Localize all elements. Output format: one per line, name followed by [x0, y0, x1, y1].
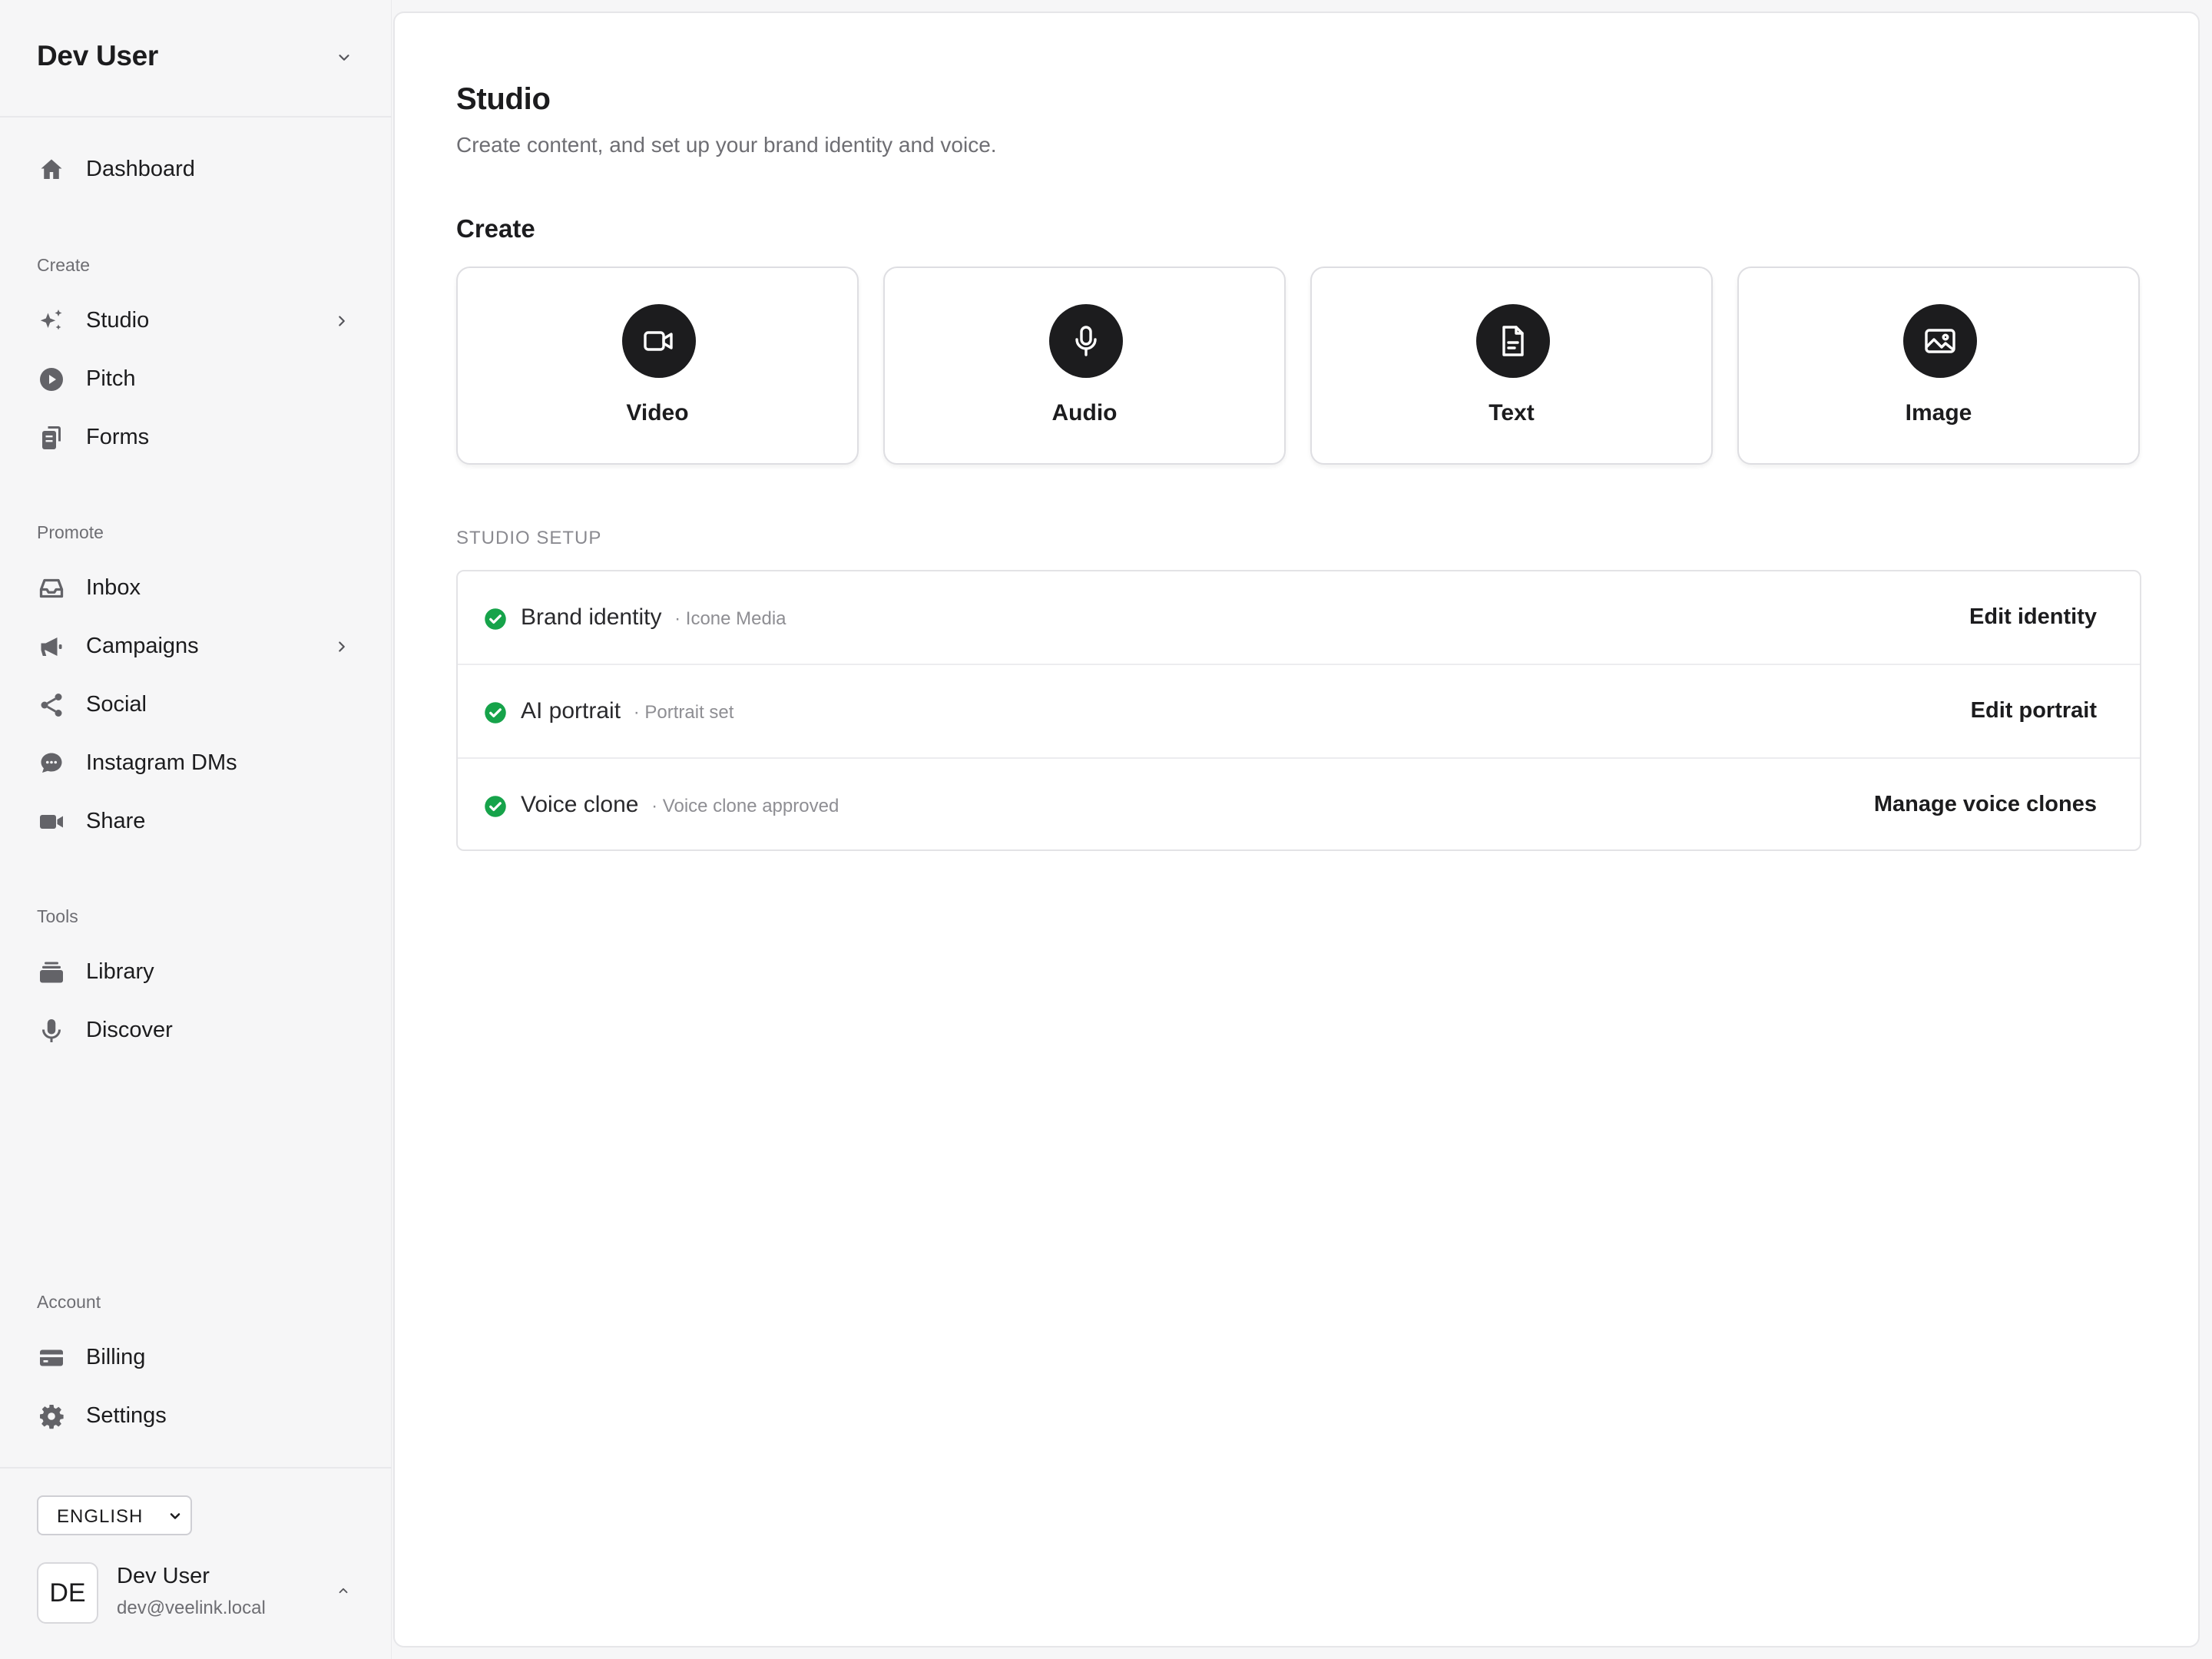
sidebar-item-billing[interactable]: Billing [31, 1334, 361, 1382]
chevron-right-icon [339, 316, 345, 326]
setup-row-title-text: Voice clone [521, 792, 639, 817]
chat-bubble-icon [41, 753, 62, 773]
workspace-switcher[interactable]: Dev User [0, 0, 392, 118]
setup-row-ai-portrait: AI portrait · Portrait set Edit portrait [458, 665, 2140, 759]
user-name: Dev User [117, 1564, 210, 1588]
share-nodes-icon [41, 694, 62, 717]
card-icon-circle [1476, 304, 1550, 378]
image-icon [1925, 329, 1955, 353]
edit-portrait-button[interactable]: Edit portrait [1971, 698, 2097, 724]
user-email: dev@veelink.local [117, 1598, 266, 1618]
section-label-promote: Promote [37, 522, 104, 542]
check-circle-icon [485, 796, 506, 817]
chevron-down-icon [339, 55, 349, 61]
chevron-up-icon [339, 1588, 348, 1594]
credit-card-icon [40, 1349, 63, 1366]
create-card-text[interactable]: Text [1310, 267, 1713, 465]
gear-icon [40, 1405, 64, 1429]
sidebar-item-inbox[interactable]: Inbox [31, 565, 361, 612]
sidebar-item-label: Pitch [86, 366, 136, 391]
language-select[interactable]: ENGLISH [37, 1495, 192, 1535]
create-card-video[interactable]: Video [456, 267, 859, 465]
setup-row-voice-clone: Voice clone · Voice clone approved Manag… [458, 759, 2140, 853]
manage-voice-clones-button[interactable]: Manage voice clones [1874, 792, 2097, 817]
sidebar-item-label: Instagram DMs [86, 750, 237, 775]
sidebar-footer: ENGLISH DE Dev User dev@veelink.local [0, 1467, 392, 1659]
create-card-image[interactable]: Image [1737, 267, 2140, 465]
setup-row-title: AI portrait · Portrait set [521, 698, 733, 724]
sidebar-item-discover[interactable]: Discover [31, 1007, 361, 1055]
megaphone-icon [41, 637, 62, 656]
page-subtitle: Create content, and set up your brand id… [456, 133, 997, 157]
card-label: Image [1905, 400, 1972, 426]
microphone-icon [1075, 326, 1097, 356]
sidebar-item-label: Dashboard [86, 157, 195, 181]
check-circle-icon [485, 702, 506, 724]
document-icon [1502, 326, 1524, 356]
studio-setup-list: Brand identity · Icone Media Edit identi… [456, 570, 2141, 851]
card-icon-circle [1903, 304, 1977, 378]
section-label-account: Account [37, 1292, 101, 1312]
sidebar-item-label: Inbox [86, 575, 141, 600]
setup-row-meta: · Voice clone approved [651, 796, 839, 816]
create-heading: Create [456, 214, 535, 243]
sparkles-icon [40, 310, 62, 330]
card-label: Audio [1051, 400, 1118, 426]
check-circle-icon [485, 608, 506, 630]
setup-row-title: Brand identity · Icone Media [521, 604, 786, 631]
sidebar-item-label: Share [86, 809, 146, 833]
sidebar-item-forms[interactable]: Forms [31, 414, 361, 462]
inbox-icon [39, 578, 64, 598]
main-panel: Studio Create content, and set up your b… [393, 12, 2200, 1647]
sidebar-item-label: Discover [86, 1018, 173, 1042]
sidebar-item-instagram-dms[interactable]: Instagram DMs [31, 740, 361, 787]
sidebar-item-label: Forms [86, 425, 150, 449]
setup-row-brand-identity: Brand identity · Icone Media Edit identi… [458, 571, 2140, 665]
sidebar-item-share[interactable]: Share [31, 798, 361, 846]
section-label-create: Create [37, 255, 91, 275]
section-label-tools: Tools [37, 906, 78, 926]
microphone-icon [42, 1019, 61, 1042]
chevron-right-icon [339, 641, 345, 652]
setup-row-title: Voice clone · Voice clone approved [521, 792, 839, 818]
forms-icon [42, 426, 61, 449]
avatar: DE [37, 1562, 98, 1624]
sidebar-item-dashboard[interactable]: Dashboard [31, 146, 361, 194]
home-icon [41, 159, 62, 179]
sidebar-item-label: Campaigns [86, 634, 199, 658]
play-circle-icon [40, 368, 63, 391]
sidebar-item-pitch[interactable]: Pitch [31, 356, 361, 403]
workspace-name: Dev User [37, 40, 159, 71]
create-card-audio[interactable]: Audio [883, 267, 1286, 465]
card-label: Video [626, 400, 689, 426]
sidebar: Dev User Dashboard Create Studio Pitch F… [0, 0, 392, 1659]
sidebar-item-label: Settings [86, 1403, 167, 1428]
setup-row-meta: · Portrait set [633, 702, 734, 723]
sidebar-item-label: Billing [86, 1345, 146, 1369]
chevron-down-icon [170, 1513, 180, 1519]
page-title: Studio [456, 82, 551, 116]
sidebar-item-social[interactable]: Social [31, 681, 361, 729]
card-icon-circle [1049, 304, 1123, 378]
card-icon-circle [622, 304, 696, 378]
video-camera-icon [644, 331, 673, 351]
sidebar-item-library[interactable]: Library [31, 949, 361, 996]
setup-row-meta: · Icone Media [674, 608, 786, 629]
language-value: ENGLISH [57, 1506, 144, 1527]
sidebar-item-studio[interactable]: Studio [31, 297, 361, 345]
sidebar-item-campaigns[interactable]: Campaigns [31, 623, 361, 671]
studio-setup-heading: STUDIO SETUP [456, 528, 602, 548]
setup-row-title-text: AI portrait [521, 698, 621, 724]
card-label: Text [1488, 400, 1535, 426]
video-camera-icon [40, 815, 63, 829]
sidebar-item-label: Studio [86, 308, 150, 333]
library-icon [40, 962, 63, 983]
edit-identity-button[interactable]: Edit identity [1969, 604, 2097, 630]
setup-row-title-text: Brand identity [521, 604, 662, 630]
sidebar-item-label: Social [86, 692, 147, 717]
sidebar-item-label: Library [86, 959, 154, 984]
sidebar-item-settings[interactable]: Settings [31, 1392, 361, 1440]
app-window: Dev User Dashboard Create Studio Pitch F… [0, 0, 2212, 1659]
